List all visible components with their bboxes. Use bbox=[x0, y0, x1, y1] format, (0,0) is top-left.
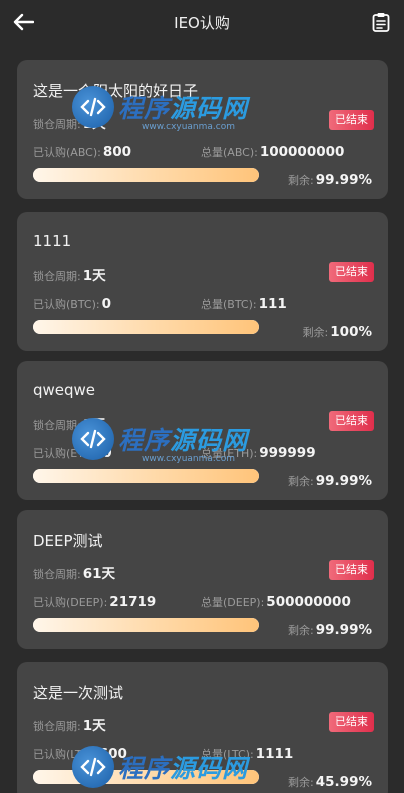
back-button[interactable] bbox=[10, 9, 36, 35]
remaining: 剩余: 45.99% bbox=[288, 774, 372, 790]
status-badge: 已结束 bbox=[329, 560, 374, 580]
lock-period-value: 1天 bbox=[82, 116, 106, 132]
total-label: 总量(BTC): bbox=[201, 298, 257, 311]
lock-period-value: 61天 bbox=[82, 566, 116, 582]
status-badge: 已结束 bbox=[329, 411, 374, 431]
project-name: 这是一个阳太阳的好日子 bbox=[33, 82, 199, 100]
subscribed-amount: 已认购(ABC): 800 bbox=[33, 144, 131, 160]
lock-period-label: 锁仓周期: bbox=[33, 720, 81, 733]
lock-period-label: 锁仓周期: bbox=[33, 118, 81, 131]
progress-fill bbox=[33, 770, 259, 784]
project-name: qweqwe bbox=[33, 381, 96, 399]
total-label: 总量(ETH): bbox=[201, 447, 258, 460]
subscribed-label: 已认购(DEEP): bbox=[33, 596, 108, 609]
ieo-list[interactable]: 这是一个阳太阳的好日子 锁仓周期: 1天 已结束 已认购(ABC): 800 总… bbox=[0, 44, 404, 793]
status-badge: 已结束 bbox=[329, 262, 374, 282]
subscribed-amount: 已认购(ETH): 0 bbox=[33, 445, 112, 461]
subscribed-label: 已认购(LTC): bbox=[33, 748, 97, 761]
ieo-card[interactable]: qweqwe 锁仓周期: 1天 已结束 已认购(ETH): 0 总量(ETH):… bbox=[17, 361, 388, 500]
project-name: DEEP测试 bbox=[33, 532, 103, 550]
total-value: 500000000 bbox=[266, 594, 351, 610]
page-title: IEO认购 bbox=[174, 13, 230, 32]
progress-bar bbox=[33, 320, 259, 334]
top-bar: IEO认购 bbox=[0, 0, 404, 44]
total-value: 999999 bbox=[259, 445, 316, 461]
subscribed-label: 已认购(ETH): bbox=[33, 447, 101, 460]
project-name: 1111 bbox=[33, 232, 72, 250]
ieo-card[interactable]: 这是一次测试 锁仓周期: 1天 已结束 已认购(LTC): 600 总量(LTC… bbox=[17, 662, 388, 793]
remaining-label: 剩余: bbox=[302, 326, 329, 339]
project-name: 这是一次测试 bbox=[33, 684, 124, 702]
status-badge: 已结束 bbox=[329, 712, 374, 732]
subscribed-amount: 已认购(DEEP): 21719 bbox=[33, 594, 156, 610]
total-value: 1111 bbox=[255, 746, 294, 762]
lock-period-label: 锁仓周期: bbox=[33, 419, 81, 432]
subscribed-value: 800 bbox=[102, 144, 132, 160]
total-amount: 总量(ETH): 999999 bbox=[201, 445, 316, 461]
lock-period: 锁仓周期: 61天 bbox=[33, 562, 115, 582]
total-label: 总量(ABC): bbox=[201, 146, 258, 159]
lock-period-value: 1天 bbox=[82, 417, 106, 433]
remaining-label: 剩余: bbox=[288, 776, 314, 789]
remaining-label: 剩余: bbox=[288, 624, 314, 637]
remaining-value: 45.99% bbox=[315, 774, 372, 790]
remaining: 剩余: 99.99% bbox=[288, 172, 372, 188]
progress-fill bbox=[33, 320, 259, 334]
progress-bar bbox=[33, 168, 259, 182]
status-badge: 已结束 bbox=[329, 110, 374, 130]
ieo-card[interactable]: 1111 锁仓周期: 1天 已结束 已认购(BTC): 0 总量(BTC): 1… bbox=[17, 212, 388, 351]
progress-fill bbox=[33, 168, 259, 182]
subscribed-label: 已认购(ABC): bbox=[33, 146, 101, 159]
arrow-left-icon bbox=[13, 13, 34, 31]
remaining-label: 剩余: bbox=[288, 475, 314, 488]
subscribed-value: 21719 bbox=[109, 594, 157, 610]
lock-period-label: 锁仓周期: bbox=[33, 568, 81, 581]
total-label: 总量(LTC): bbox=[201, 748, 254, 761]
ieo-card[interactable]: 这是一个阳太阳的好日子 锁仓周期: 1天 已结束 已认购(ABC): 800 总… bbox=[17, 60, 388, 199]
remaining: 剩余: 99.99% bbox=[288, 622, 372, 638]
remaining-label: 剩余: bbox=[288, 174, 314, 187]
subscribed-value: 0 bbox=[102, 445, 112, 461]
progress-bar bbox=[33, 618, 259, 632]
total-amount: 总量(BTC): 111 bbox=[201, 296, 287, 312]
remaining-value: 99.99% bbox=[315, 473, 372, 489]
subscribed-value: 600 bbox=[98, 746, 127, 762]
lock-period-value: 1天 bbox=[82, 268, 106, 284]
records-button[interactable] bbox=[370, 11, 392, 33]
subscribed-amount: 已认购(LTC): 600 bbox=[33, 746, 127, 762]
subscribed-amount: 已认购(BTC): 0 bbox=[33, 296, 111, 312]
total-value: 100000000 bbox=[259, 144, 345, 160]
lock-period-label: 锁仓周期: bbox=[33, 270, 81, 283]
progress-fill bbox=[33, 618, 259, 632]
total-amount: 总量(LTC): 1111 bbox=[201, 746, 293, 762]
progress-fill bbox=[33, 469, 259, 483]
remaining: 剩余: 100% bbox=[303, 324, 372, 340]
lock-period: 锁仓周期: 1天 bbox=[33, 714, 106, 734]
lock-period: 锁仓周期: 1天 bbox=[33, 112, 106, 132]
remaining-value: 99.99% bbox=[315, 622, 372, 638]
progress-bar bbox=[33, 770, 259, 784]
clipboard-icon bbox=[372, 13, 390, 32]
lock-period-value: 1天 bbox=[82, 718, 106, 734]
subscribed-label: 已认购(BTC): bbox=[33, 298, 100, 311]
total-value: 111 bbox=[258, 296, 287, 312]
remaining-value: 99.99% bbox=[315, 172, 372, 188]
total-label: 总量(DEEP): bbox=[201, 596, 265, 609]
remaining-value: 100% bbox=[330, 324, 372, 340]
subscribed-value: 0 bbox=[101, 296, 111, 312]
ieo-card[interactable]: DEEP测试 锁仓周期: 61天 已结束 已认购(DEEP): 21719 总量… bbox=[17, 510, 388, 649]
lock-period: 锁仓周期: 1天 bbox=[33, 413, 106, 433]
lock-period: 锁仓周期: 1天 bbox=[33, 264, 106, 284]
remaining: 剩余: 99.99% bbox=[288, 473, 372, 489]
total-amount: 总量(ABC): 100000000 bbox=[201, 144, 344, 160]
progress-bar bbox=[33, 469, 259, 483]
total-amount: 总量(DEEP): 500000000 bbox=[201, 594, 351, 610]
